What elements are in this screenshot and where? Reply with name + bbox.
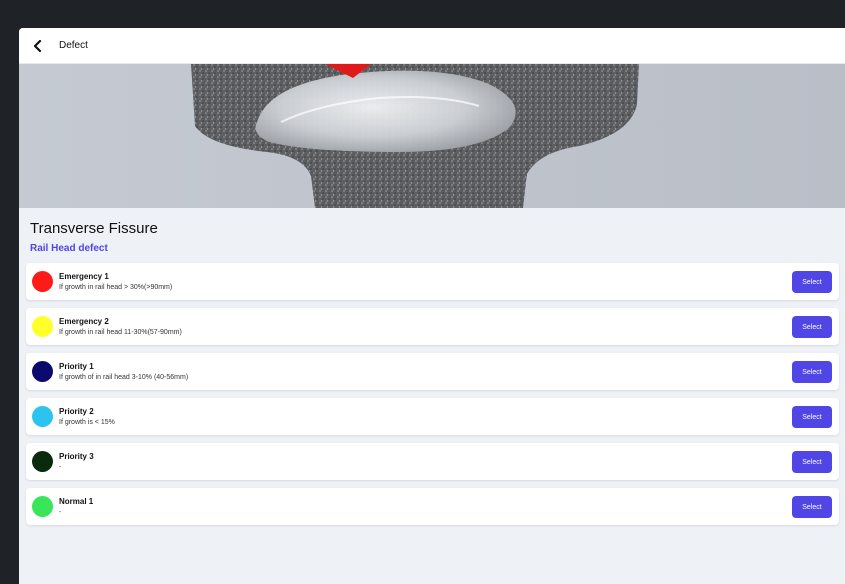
severity-description: If growth in rail head 11-30%(57-90mm) bbox=[59, 328, 182, 336]
app-window: Defect Transverse Fissure Rail Head defe… bbox=[19, 28, 845, 584]
severity-description: If growth is < 15% bbox=[59, 418, 115, 426]
status-color-dot bbox=[32, 316, 53, 337]
status-color-dot bbox=[32, 406, 53, 427]
severity-description: If growth of in rail head 3-10% (40-56mm… bbox=[59, 373, 189, 381]
select-button[interactable]: Select bbox=[792, 316, 832, 338]
defect-image bbox=[19, 64, 845, 208]
list-item-text: Priority 2 If growth is < 15% bbox=[59, 406, 115, 428]
severity-name: Priority 2 bbox=[59, 406, 94, 416]
defect-category: Rail Head defect bbox=[30, 243, 108, 254]
list-item-text: Priority 1 If growth of in rail head 3-1… bbox=[59, 361, 188, 383]
select-button[interactable]: Select bbox=[792, 496, 832, 518]
severity-name: Emergency 1 bbox=[59, 271, 109, 281]
select-button[interactable]: Select bbox=[792, 271, 832, 293]
severity-name: Emergency 2 bbox=[59, 316, 109, 326]
list-item: Priority 1 If growth of in rail head 3-1… bbox=[26, 353, 839, 390]
list-item-text: Priority 3 - bbox=[59, 451, 94, 473]
list-item-text: Emergency 2 If growth in rail head 11-30… bbox=[59, 316, 182, 338]
content-area: Transverse Fissure Rail Head defect Emer… bbox=[19, 220, 845, 525]
defect-title: Transverse Fissure bbox=[30, 220, 158, 237]
list-item: Priority 3 - Select bbox=[26, 443, 839, 480]
status-color-dot bbox=[32, 496, 53, 517]
severity-name: Priority 3 bbox=[59, 451, 94, 461]
page-title: Defect bbox=[59, 40, 88, 51]
list-item: Emergency 1 If growth in rail head > 30%… bbox=[26, 263, 839, 300]
list-item-text: Emergency 1 If growth in rail head > 30%… bbox=[59, 271, 172, 293]
status-color-dot bbox=[32, 361, 53, 382]
top-bar: Defect bbox=[19, 28, 845, 64]
select-button[interactable]: Select bbox=[792, 451, 832, 473]
severity-description: - bbox=[59, 508, 62, 516]
severity-name: Normal 1 bbox=[59, 496, 94, 506]
chevron-left-icon bbox=[33, 39, 42, 52]
list-item: Priority 2 If growth is < 15% Select bbox=[26, 398, 839, 435]
severity-list: Emergency 1 If growth in rail head > 30%… bbox=[19, 263, 845, 525]
severity-description: If growth in rail head > 30%(>90mm) bbox=[59, 283, 173, 291]
select-button[interactable]: Select bbox=[792, 361, 832, 383]
status-color-dot bbox=[32, 271, 53, 292]
severity-description: - bbox=[59, 463, 62, 471]
severity-name: Priority 1 bbox=[59, 361, 94, 371]
list-item-text: Normal 1 - bbox=[59, 496, 93, 518]
select-button[interactable]: Select bbox=[792, 406, 832, 428]
back-button[interactable] bbox=[23, 28, 53, 63]
list-item: Emergency 2 If growth in rail head 11-30… bbox=[26, 308, 839, 345]
status-color-dot bbox=[32, 451, 53, 472]
list-item: Normal 1 - Select bbox=[26, 488, 839, 525]
